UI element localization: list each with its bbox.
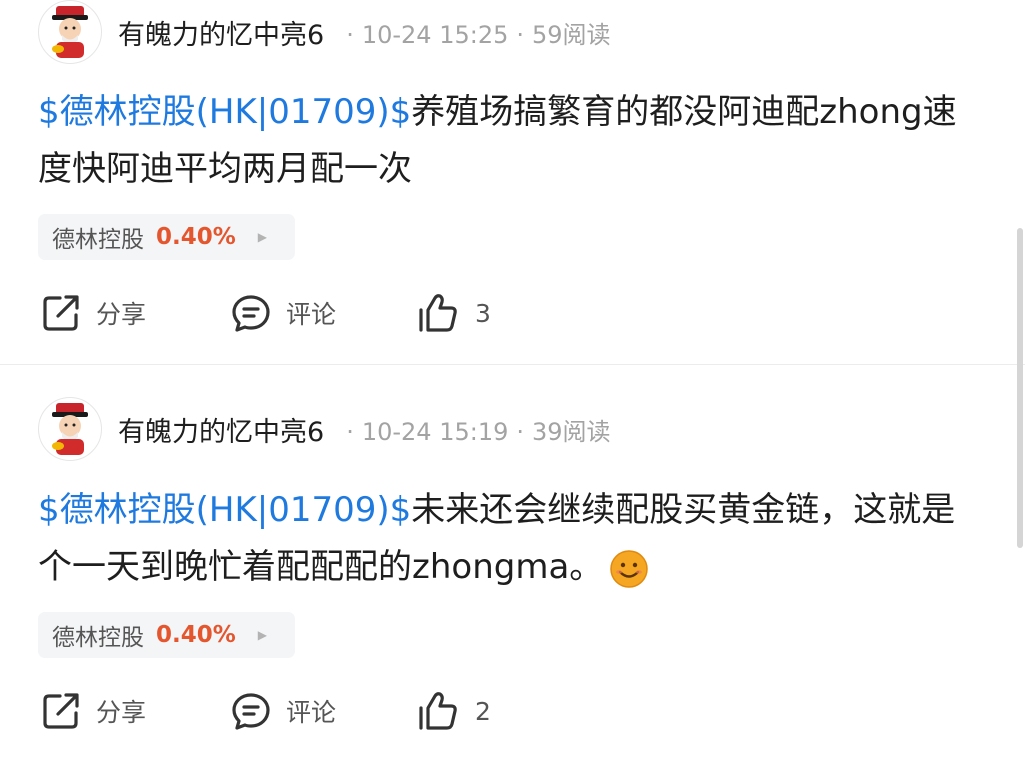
comment-button[interactable]: 评论 bbox=[230, 690, 417, 732]
action-bar: 分享 评论 2 bbox=[40, 686, 491, 736]
stock-tag-change: 0.40% bbox=[156, 622, 236, 648]
thumbs-up-icon bbox=[419, 294, 457, 332]
comment-label: 评论 bbox=[286, 698, 337, 727]
post-content: $德林控股(HK|01709)$养殖场搞繁育的都没阿迪配zhong速度快阿迪平均… bbox=[38, 84, 988, 198]
comment-icon bbox=[232, 693, 270, 730]
share-label: 分享 bbox=[96, 698, 147, 727]
smile-emoji-icon bbox=[610, 549, 649, 588]
comment-button[interactable]: 评论 bbox=[230, 292, 417, 334]
comment-icon bbox=[232, 295, 270, 332]
author-name[interactable]: 有魄力的忆中亮6 bbox=[118, 410, 324, 449]
stock-tag-name: 德林控股 bbox=[52, 227, 144, 253]
action-bar: 分享 评论 3 bbox=[40, 288, 491, 338]
share-icon bbox=[43, 295, 79, 331]
caishen-avatar-icon bbox=[52, 403, 88, 455]
thumbs-up-icon bbox=[419, 692, 457, 730]
stock-link[interactable]: $德林控股(HK|01709)$ bbox=[38, 92, 411, 132]
stock-tag-name: 德林控股 bbox=[52, 625, 144, 651]
read-count: 59阅读 bbox=[532, 20, 611, 49]
like-button[interactable]: 3 bbox=[417, 292, 491, 334]
stock-tag[interactable]: 德林控股 0.40% ▶ bbox=[38, 612, 295, 658]
post-meta: · 10-24 15:19 · 39阅读 bbox=[346, 417, 611, 446]
read-count: 39阅读 bbox=[532, 417, 611, 446]
post-card[interactable]: 有魄力的忆中亮6 · 10-24 15:25 · 59阅读 $德林控股(HK|0170… bbox=[0, 0, 1025, 364]
share-button[interactable]: 分享 bbox=[40, 690, 230, 732]
comment-label: 评论 bbox=[286, 300, 337, 329]
caishen-avatar-icon bbox=[52, 6, 88, 58]
post-time: 10-24 15:25 bbox=[361, 20, 509, 49]
post-header: 有魄力的忆中亮6 · 10-24 15:25 · 59阅读 bbox=[38, 0, 611, 64]
avatar[interactable] bbox=[38, 0, 102, 64]
post-time: 10-24 15:19 bbox=[361, 417, 509, 446]
share-button[interactable]: 分享 bbox=[40, 292, 230, 334]
scrollbar[interactable] bbox=[1017, 228, 1023, 548]
like-count: 3 bbox=[475, 298, 491, 328]
triangle-right-icon: ▶ bbox=[257, 628, 268, 642]
post-card[interactable]: 有魄力的忆中亮6 · 10-24 15:19 · 39阅读 $德林控股(HK|0170… bbox=[0, 365, 1025, 768]
post-header: 有魄力的忆中亮6 · 10-24 15:19 · 39阅读 bbox=[38, 397, 611, 461]
triangle-right-icon: ▶ bbox=[257, 230, 268, 244]
like-count: 2 bbox=[475, 696, 491, 726]
stock-tag[interactable]: 德林控股 0.40% ▶ bbox=[38, 214, 295, 260]
avatar[interactable] bbox=[38, 397, 102, 461]
share-label: 分享 bbox=[96, 300, 147, 329]
post-meta: · 10-24 15:25 · 59阅读 bbox=[346, 20, 611, 49]
author-name[interactable]: 有魄力的忆中亮6 bbox=[118, 13, 324, 52]
stock-link[interactable]: $德林控股(HK|01709)$ bbox=[38, 490, 411, 530]
like-button[interactable]: 2 bbox=[417, 690, 491, 732]
share-icon bbox=[43, 693, 79, 729]
post-content: $德林控股(HK|01709)$未来还会继续配股买黄金链，这就是个一天到晚忙着配… bbox=[38, 482, 988, 596]
stock-tag-change: 0.40% bbox=[156, 224, 236, 250]
